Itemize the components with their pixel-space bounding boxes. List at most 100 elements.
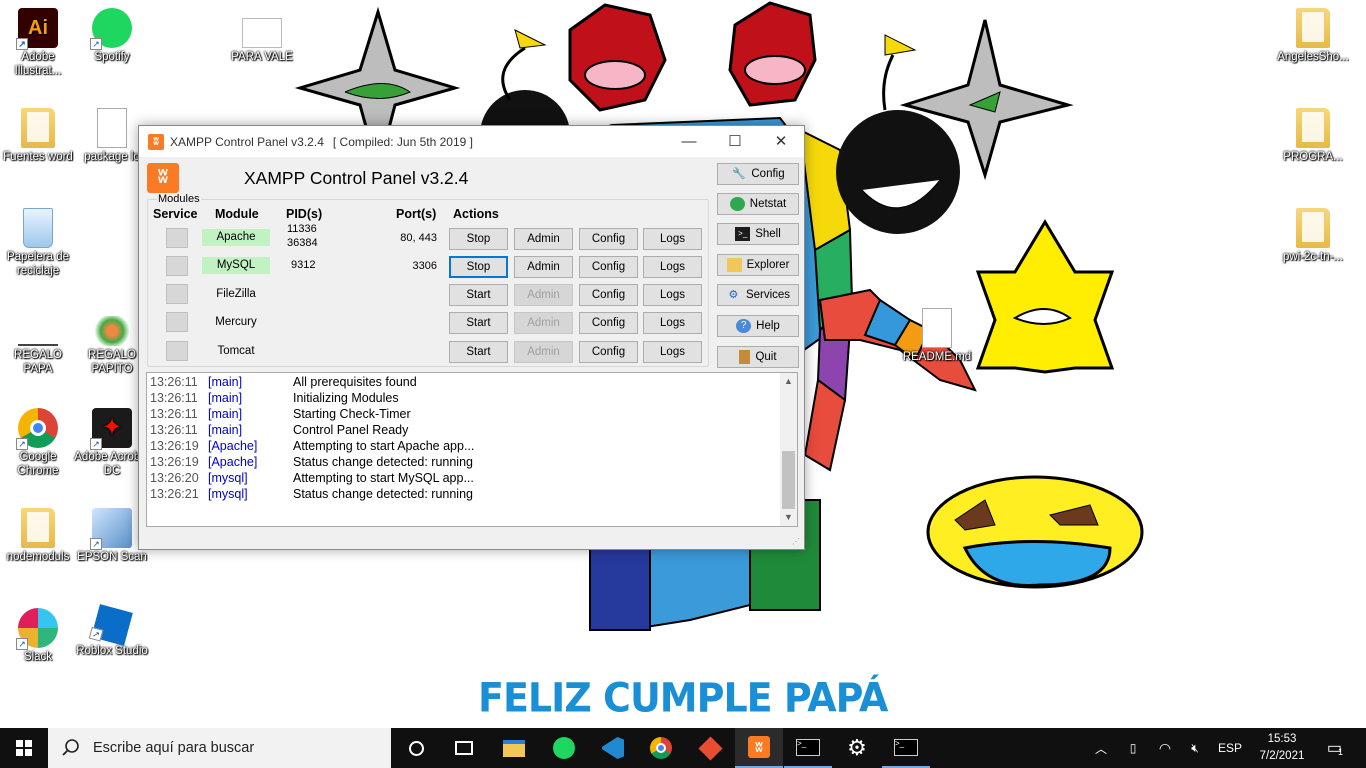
desktop-icon-google-chrome[interactable]: ↗ Google Chrome bbox=[0, 408, 76, 478]
folder-icon bbox=[1293, 208, 1333, 248]
taskbar-settings[interactable]: ⚙ bbox=[833, 728, 881, 768]
desktop-icon-recycle-bin[interactable]: Papelera de reciclaje bbox=[0, 208, 76, 278]
stop-button-apache[interactable]: Stop bbox=[449, 228, 508, 250]
taskbar-search-box[interactable]: Escribe aquí para buscar bbox=[48, 728, 391, 768]
scroll-thumb[interactable] bbox=[782, 451, 795, 509]
window-titlebar[interactable]: ʬ XAMPP Control Panel v3.2.4 [ Compiled:… bbox=[139, 126, 804, 157]
folder-icon bbox=[1293, 8, 1333, 48]
icon-label: EPSON Scan bbox=[77, 551, 147, 563]
log-scrollbar[interactable]: ▲ ▼ bbox=[780, 373, 797, 526]
taskbar-xampp[interactable]: ʬ bbox=[735, 728, 783, 768]
taskbar-chrome[interactable] bbox=[637, 728, 685, 768]
shell-button[interactable]: >_ Shell bbox=[717, 223, 799, 245]
netstat-label: Netstat bbox=[749, 198, 787, 210]
task-view-button[interactable] bbox=[440, 728, 488, 768]
config-button-apache[interactable]: Config bbox=[579, 228, 638, 250]
scroll-up-icon[interactable]: ▲ bbox=[780, 373, 797, 390]
taskbar-spotify[interactable] bbox=[540, 728, 588, 768]
service-checkbox-apache[interactable] bbox=[166, 228, 188, 248]
notification-center-button[interactable]: ▭ 1 bbox=[1318, 728, 1352, 768]
config-button-filezilla[interactable]: Config bbox=[579, 284, 638, 306]
windows-logo-icon bbox=[16, 740, 32, 756]
start-button-filezilla[interactable]: Start bbox=[449, 284, 508, 306]
logs-button-tomcat[interactable]: Logs bbox=[643, 341, 702, 363]
taskbar-terminal-1[interactable]: >_ bbox=[784, 728, 832, 768]
icon-label: Roblox Studio bbox=[76, 645, 148, 657]
door-icon bbox=[739, 350, 751, 364]
logs-button-mysql[interactable]: Logs bbox=[643, 256, 702, 278]
start-button[interactable] bbox=[0, 728, 48, 768]
tray-device[interactable]: ▯ bbox=[1122, 728, 1144, 768]
taskbar-git[interactable] bbox=[686, 728, 734, 768]
minimize-button[interactable]: — bbox=[666, 126, 712, 157]
tray-volume[interactable]: 🔇︎ bbox=[1184, 728, 1206, 768]
admin-button-filezilla[interactable]: Admin bbox=[514, 284, 573, 306]
icon-label: pwi-2c-tn-... bbox=[1282, 251, 1344, 263]
quit-button[interactable]: Quit bbox=[717, 346, 799, 368]
desktop-icon-slack[interactable]: ↗ Slack bbox=[0, 608, 76, 664]
service-checkbox-filezilla[interactable] bbox=[166, 284, 188, 304]
admin-button-tomcat[interactable]: Admin bbox=[514, 341, 573, 363]
config-side-button[interactable]: 🔧 Config bbox=[717, 163, 799, 185]
netstat-button[interactable]: Netstat bbox=[717, 193, 799, 215]
search-placeholder: Escribe aquí para buscar bbox=[93, 740, 255, 756]
tray-language[interactable]: ESP bbox=[1214, 728, 1246, 768]
admin-button-apache[interactable]: Admin bbox=[514, 228, 573, 250]
logs-button-apache[interactable]: Logs bbox=[643, 228, 702, 250]
explorer-button[interactable]: Explorer bbox=[717, 254, 799, 276]
log-output[interactable]: 13:26:11 [main] All prerequisites found 13… bbox=[146, 372, 798, 527]
maximize-button[interactable]: ☐ bbox=[712, 126, 758, 157]
wifi-icon: ◠ bbox=[1158, 739, 1172, 756]
taskbar-file-explorer[interactable] bbox=[490, 728, 538, 768]
show-hidden-icons-button[interactable]: ︿ bbox=[1090, 728, 1112, 768]
service-checkbox-mysql[interactable] bbox=[166, 256, 188, 276]
start-button-tomcat[interactable]: Start bbox=[449, 341, 508, 363]
desktop-icon-programas[interactable]: PROGRA... bbox=[1275, 108, 1351, 164]
service-checkbox-tomcat[interactable] bbox=[166, 341, 188, 361]
desktop-icon-para-vale[interactable]: PARA VALE bbox=[224, 18, 300, 64]
desktop-icon-readme[interactable]: README.md bbox=[899, 308, 975, 364]
stop-button-mysql[interactable]: Stop bbox=[449, 256, 508, 278]
config-button-mysql[interactable]: Config bbox=[579, 256, 638, 278]
desktop-icon-nodemoduls[interactable]: nodemoduls bbox=[0, 508, 76, 564]
search-icon bbox=[62, 739, 79, 756]
resize-grip-icon[interactable]: ⋰ bbox=[792, 537, 802, 547]
desktop-icon-spotify[interactable]: ↗ Spotify bbox=[74, 8, 150, 64]
close-button[interactable]: ✕ bbox=[758, 126, 804, 157]
config-button-mercury[interactable]: Config bbox=[579, 312, 638, 334]
logs-button-filezilla[interactable]: Logs bbox=[643, 284, 702, 306]
desktop-icon-adobe-illustrator[interactable]: Ai ↗ Adobe Illustrat... bbox=[0, 8, 76, 78]
taskbar-clock[interactable]: 15:53 7/2/2021 bbox=[1252, 731, 1312, 765]
icon-label: PARA VALE bbox=[231, 51, 293, 63]
image-file-icon bbox=[242, 18, 282, 48]
git-icon bbox=[697, 735, 723, 761]
start-button-mercury[interactable]: Start bbox=[449, 312, 508, 334]
port-apache: 80, 443 bbox=[400, 232, 437, 244]
tray-network[interactable]: ◠ bbox=[1154, 728, 1176, 768]
admin-button-mercury[interactable]: Admin bbox=[514, 312, 573, 334]
cortana-button[interactable] bbox=[392, 728, 440, 768]
service-checkbox-mercury[interactable] bbox=[166, 312, 188, 332]
pid-apache-1: 11336 bbox=[287, 223, 317, 235]
desktop-icon-regalo-papa[interactable]: REGALO PAPA bbox=[0, 318, 76, 376]
module-name-mercury: Mercury bbox=[215, 316, 257, 328]
taskbar: Escribe aquí para buscar ʬ >_ ⚙ >_ ︿ ▯ ◠… bbox=[0, 728, 1366, 768]
help-button[interactable]: ? Help bbox=[717, 315, 799, 337]
services-button[interactable]: ⚙ Services bbox=[717, 284, 799, 306]
desktop-icon-fuentes-word[interactable]: Fuentes word bbox=[0, 108, 76, 164]
wrench-icon: 🔧 bbox=[732, 168, 746, 180]
desktop-icon-pwi-file[interactable]: pwi-2c-tn-... bbox=[1275, 208, 1351, 264]
admin-button-mysql[interactable]: Admin bbox=[514, 256, 573, 278]
pid-mysql: 9312 bbox=[291, 259, 316, 271]
desktop-icon-angelesshop[interactable]: AngelesSho... bbox=[1275, 8, 1351, 64]
icon-label: AngelesSho... bbox=[1277, 51, 1349, 63]
notification-count: 1 bbox=[1338, 747, 1344, 757]
icon-label: REGALO PAPA bbox=[14, 349, 62, 375]
desktop-icon-roblox-studio[interactable]: ↗ Roblox Studio bbox=[74, 604, 150, 658]
acrobat-icon: ✦ ↗ bbox=[90, 408, 132, 450]
taskbar-vscode[interactable] bbox=[589, 728, 637, 768]
logs-button-mercury[interactable]: Logs bbox=[643, 312, 702, 334]
scroll-down-icon[interactable]: ▼ bbox=[780, 509, 797, 526]
taskbar-terminal-2[interactable]: >_ bbox=[882, 728, 930, 768]
config-button-tomcat[interactable]: Config bbox=[579, 341, 638, 363]
